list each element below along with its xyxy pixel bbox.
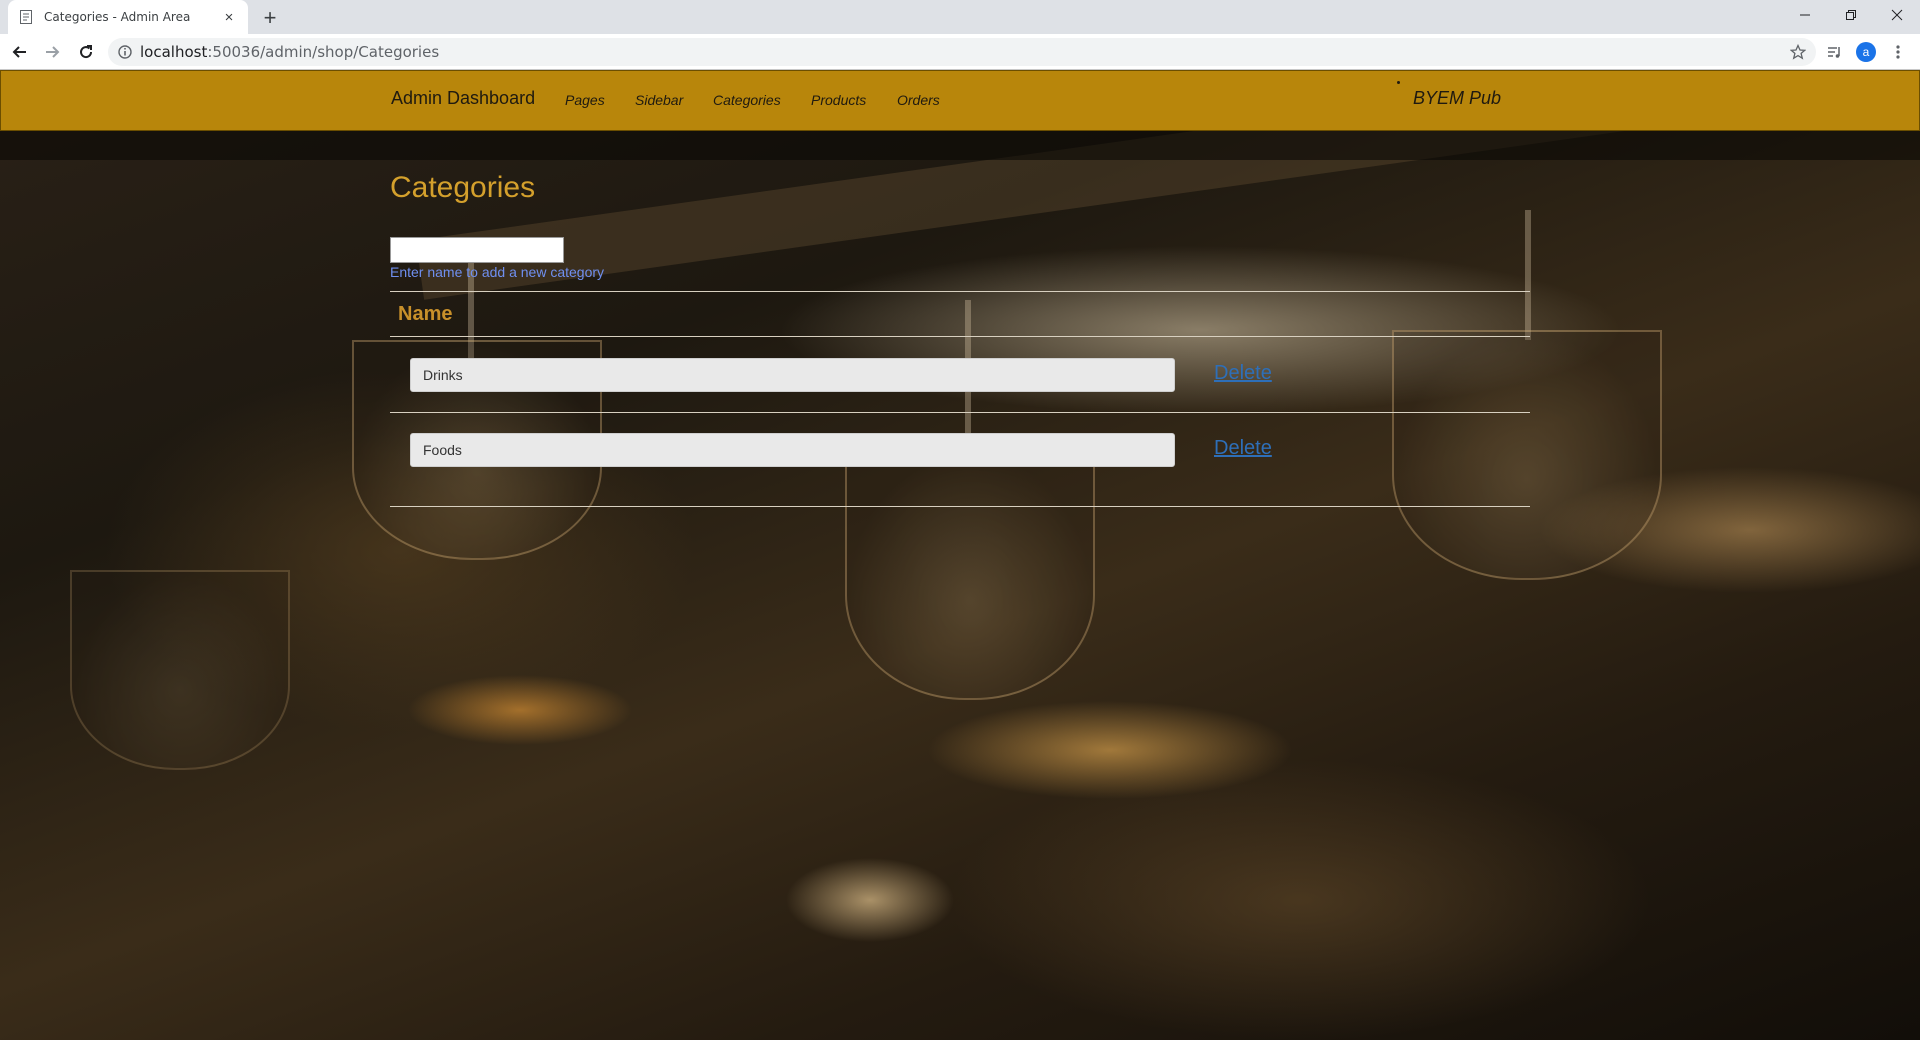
new-tab-button[interactable]: + [258,5,282,30]
bar-background-image [0,70,1920,1040]
new-category-hint: Enter name to add a new category [390,264,605,280]
nav-link-products[interactable]: Products [811,92,866,108]
decorative-dot [1397,81,1400,84]
column-header-name: Name [398,303,453,325]
minimize-icon[interactable] [1782,0,1828,30]
bookmark-star-icon[interactable] [1790,44,1806,60]
brand-link[interactable]: Admin Dashboard [391,88,535,109]
url-host: localhost [140,43,208,61]
page-viewport: Admin Dashboard Pages Sidebar Categories… [0,70,1920,1040]
close-window-icon[interactable] [1874,0,1920,30]
page-title: Categories [390,171,536,204]
browser-toolbar: localhost:50036/admin/shop/Categories a [0,34,1920,70]
profile-avatar[interactable]: a [1854,40,1878,64]
browser-tab[interactable]: Categories - Admin Area × [8,0,248,34]
row-divider [390,412,1530,413]
menu-kebab-icon[interactable] [1886,40,1910,64]
table-top-rule [390,291,1530,292]
top-navbar: Admin Dashboard Pages Sidebar Categories… [0,70,1920,131]
delete-link[interactable]: Delete [1214,437,1272,460]
tab-close-icon[interactable]: × [220,8,238,26]
avatar: a [1856,42,1876,62]
nav-link-sidebar[interactable]: Sidebar [635,92,683,108]
browser-tabstrip: Categories - Admin Area × + [0,0,1920,34]
back-arrow-icon[interactable] [8,40,32,64]
address-bar[interactable]: localhost:50036/admin/shop/Categories [108,38,1816,66]
info-icon[interactable] [118,45,132,59]
url-path: :50036/admin/shop/Categories [207,43,440,61]
restore-icon[interactable] [1828,0,1874,30]
reload-icon[interactable] [74,40,98,64]
media-controls-icon[interactable] [1822,40,1846,64]
category-name-field[interactable]: Foods [410,433,1175,467]
header-bottom-rule [390,336,1530,337]
nav-link-orders[interactable]: Orders [897,92,940,108]
page-icon [18,9,34,25]
nav-link-categories[interactable]: Categories [713,92,781,108]
tab-title: Categories - Admin Area [44,10,191,24]
delete-link[interactable]: Delete [1214,362,1272,385]
site-name-link[interactable]: BYEM Pub [1413,88,1501,109]
nav-link-pages[interactable]: Pages [565,92,605,108]
new-category-input[interactable] [390,237,564,263]
category-name-field[interactable]: Drinks [410,358,1175,392]
forward-arrow-icon[interactable] [40,40,64,64]
table-bottom-rule [390,506,1530,507]
